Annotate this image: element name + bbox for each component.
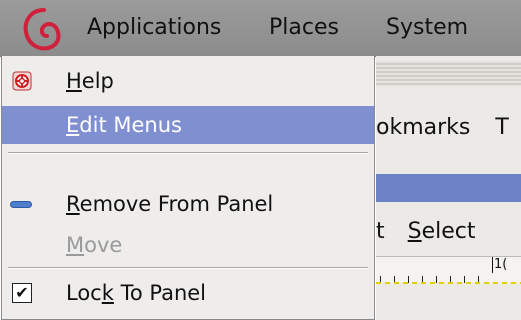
menu-separator (8, 267, 368, 269)
window-menubar-row-2: t Select (376, 212, 521, 252)
edit-menu-partial[interactable]: t (376, 219, 385, 244)
top-panel: Applications Places System (0, 0, 521, 57)
system-menu[interactable]: System (386, 0, 468, 56)
next-menu-partial[interactable]: T (495, 115, 508, 140)
places-menu[interactable]: Places (269, 0, 339, 56)
ruler: 1( (376, 256, 521, 283)
remove-bar-icon (10, 201, 32, 208)
panel-context-menu: Help Edit Menus Remove From Panel Move ✔… (1, 56, 375, 320)
menu-item-label: Help (66, 69, 114, 93)
help-lifebuoy-icon (12, 71, 32, 91)
bookmarks-menu[interactable]: okmarks (376, 115, 470, 140)
menu-item-label: Lock To Panel (66, 281, 207, 305)
checkbox-checked-icon[interactable]: ✔ (12, 283, 32, 303)
menu-item-move[interactable]: Move (2, 226, 374, 264)
window-title-bar (376, 174, 521, 202)
window-menubar-row: okmarks T (376, 108, 521, 148)
selection-marching-ants (376, 282, 521, 284)
debian-swirl-icon[interactable] (20, 4, 64, 54)
background-application-window: okmarks T t Select 1( (376, 56, 521, 320)
applications-menu[interactable]: Applications (87, 0, 221, 56)
menu-item-remove-from-panel[interactable]: Remove From Panel (2, 185, 374, 223)
menu-item-lock-to-panel[interactable]: ✔ Lock To Panel (2, 274, 374, 312)
menu-item-label: Move (66, 233, 123, 257)
window-toolbar-grip (376, 61, 521, 87)
ruler-label: 1( (492, 257, 508, 273)
menu-item-edit-menus[interactable]: Edit Menus (2, 106, 374, 144)
menu-item-label: Edit Menus (66, 113, 182, 137)
menu-item-label: Remove From Panel (66, 192, 274, 216)
menu-separator (8, 152, 368, 154)
select-menu[interactable]: Select (408, 219, 476, 244)
menu-item-help[interactable]: Help (2, 62, 374, 100)
